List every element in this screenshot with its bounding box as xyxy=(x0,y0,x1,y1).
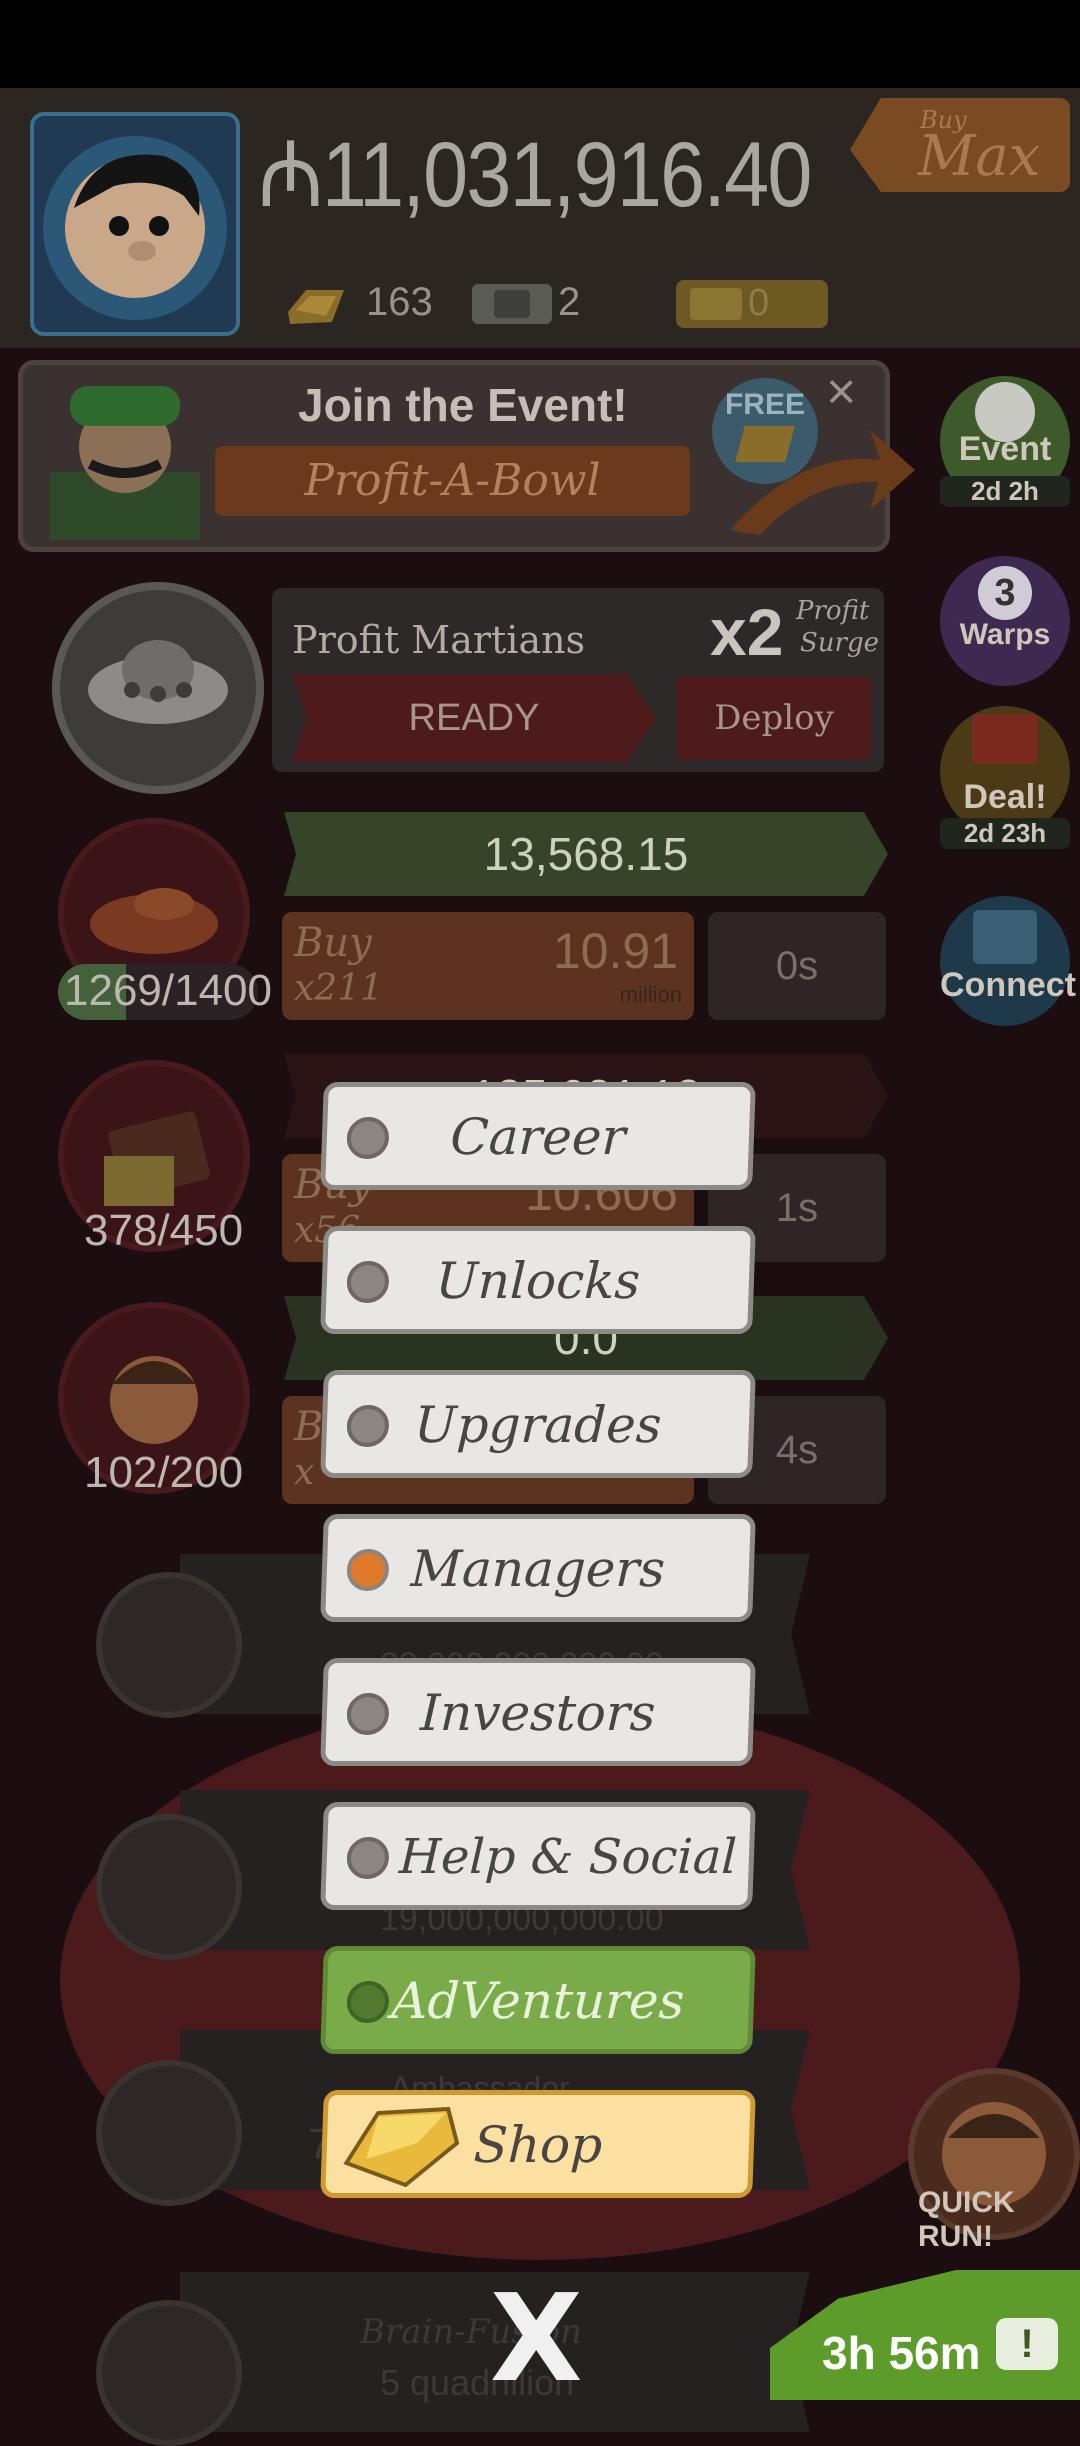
event-banner-title: Join the Event! xyxy=(298,379,628,431)
ticket-icon xyxy=(472,284,552,324)
business-3-buy-qty: x xyxy=(294,1452,315,1493)
brain-icon xyxy=(96,2300,242,2446)
menu-unlocks-button[interactable]: Unlocks xyxy=(320,1226,756,1334)
managers-notification-dot-icon xyxy=(346,1549,390,1591)
ad-timer-text: 3h 56m xyxy=(822,2327,981,2379)
globe-icon xyxy=(96,1814,242,1960)
menu-help-social-button[interactable]: Help & Social xyxy=(320,1802,756,1910)
money-balance: ₼11,031,916.40 xyxy=(258,124,812,226)
warps-side-button[interactable]: 3 Warps xyxy=(940,556,1070,686)
coupon-icon xyxy=(690,288,742,320)
warps-side-label: Warps xyxy=(959,618,1051,651)
upgrades-dot-icon xyxy=(346,1405,390,1447)
career-dot-icon xyxy=(346,1117,390,1159)
status-bar xyxy=(0,0,1080,88)
martian-ufo-icon[interactable] xyxy=(52,582,264,794)
martians-mult-note-2: Surge xyxy=(800,628,880,658)
cards-icon xyxy=(973,910,1037,964)
deal-side-button[interactable]: Deal! 2d 23h xyxy=(940,706,1070,849)
business-1-revenue-bar[interactable]: 13,568.15 xyxy=(284,812,888,896)
connect-side-label: Connect xyxy=(940,966,1076,1004)
quick-run-label: QUICK RUN! xyxy=(918,2186,1015,2253)
business-1-buy-button[interactable]: Buy x211 10.91 million xyxy=(282,912,694,1020)
coupon-count: 0 xyxy=(748,282,770,324)
gold-bars-icon xyxy=(282,282,348,333)
business-1-cost: 10.91 xyxy=(552,923,678,979)
menu-close-button[interactable]: X xyxy=(490,2270,583,2409)
menu-investors-button[interactable]: Investors xyxy=(320,1658,756,1766)
jellyfish-icon xyxy=(96,1572,242,1718)
menu-investors-label: Investors xyxy=(419,1684,657,1742)
menu-adventures-button[interactable]: AdVentures xyxy=(320,1946,756,2054)
connect-side-button[interactable]: Connect xyxy=(940,896,1076,1026)
business-1-count: 1269/1400 xyxy=(64,966,272,1015)
menu-shop-button[interactable]: Shop xyxy=(320,2090,756,2198)
event-side-label: Event xyxy=(958,430,1052,468)
coupon-counter[interactable]: 0 xyxy=(676,280,828,328)
event-side-button[interactable]: Event 2d 2h xyxy=(940,376,1070,507)
martians-multiplier: x2 xyxy=(710,595,784,669)
unlocks-dot-icon xyxy=(346,1261,390,1303)
martians-deploy-button[interactable]: Deploy xyxy=(676,676,872,760)
business-2-count: 378/450 xyxy=(84,1206,244,1255)
event-banner-subtitle: Profit-A-Bowl xyxy=(215,446,690,516)
business-3-count: 102/200 xyxy=(84,1448,244,1497)
avatar-face-icon xyxy=(43,136,227,320)
event-host-icon xyxy=(30,372,230,540)
menu-upgrades-button[interactable]: Upgrades xyxy=(320,1370,756,1478)
business-1-buy-qty: x211 xyxy=(294,968,384,1009)
menu-career-label: Career xyxy=(449,1108,627,1166)
arrow-icon xyxy=(720,420,920,545)
menu-shop-label: Shop xyxy=(472,2116,604,2174)
banner-close-icon[interactable]: × xyxy=(826,362,856,422)
tv-icon[interactable]: ! xyxy=(996,2318,1058,2370)
menu-managers-button[interactable]: Managers xyxy=(320,1514,756,1622)
martians-ready-button[interactable]: READY xyxy=(292,674,656,762)
warps-count: 3 xyxy=(978,566,1032,620)
deal-side-timer: 2d 23h xyxy=(940,818,1070,849)
adventures-dot-icon xyxy=(346,1981,390,2023)
menu-help-social-label: Help & Social xyxy=(398,1829,738,1885)
free-badge-label: FREE xyxy=(724,388,805,421)
gift-icon xyxy=(972,714,1038,764)
business-1-cost-unit: million xyxy=(619,982,682,1007)
ticket-count: 2 xyxy=(558,280,581,324)
business-1-buy-label: Buy xyxy=(294,920,372,966)
menu-unlocks-label: Unlocks xyxy=(434,1252,642,1310)
buy-max-label: Max xyxy=(918,124,1041,189)
business-1-timer: 0s xyxy=(708,912,886,1020)
event-side-timer: 2d 2h xyxy=(940,476,1070,507)
menu-managers-label: Managers xyxy=(409,1540,667,1598)
menu-upgrades-label: Upgrades xyxy=(413,1396,663,1454)
deal-side-label: Deal! xyxy=(963,778,1047,816)
menu-career-button[interactable]: Career xyxy=(320,1082,756,1190)
investors-dot-icon xyxy=(346,1693,390,1735)
heart-character-icon xyxy=(96,2060,242,2206)
gold-gem-icon xyxy=(334,2103,468,2226)
player-avatar[interactable] xyxy=(30,112,240,336)
gold-count: 163 xyxy=(366,280,433,324)
martians-mult-note-1: Profit xyxy=(796,596,870,626)
menu-adventures-label: AdVentures xyxy=(390,1972,686,2030)
martians-title: Profit Martians xyxy=(292,618,586,662)
buy-max-button[interactable]: Buy Max xyxy=(850,98,1070,192)
